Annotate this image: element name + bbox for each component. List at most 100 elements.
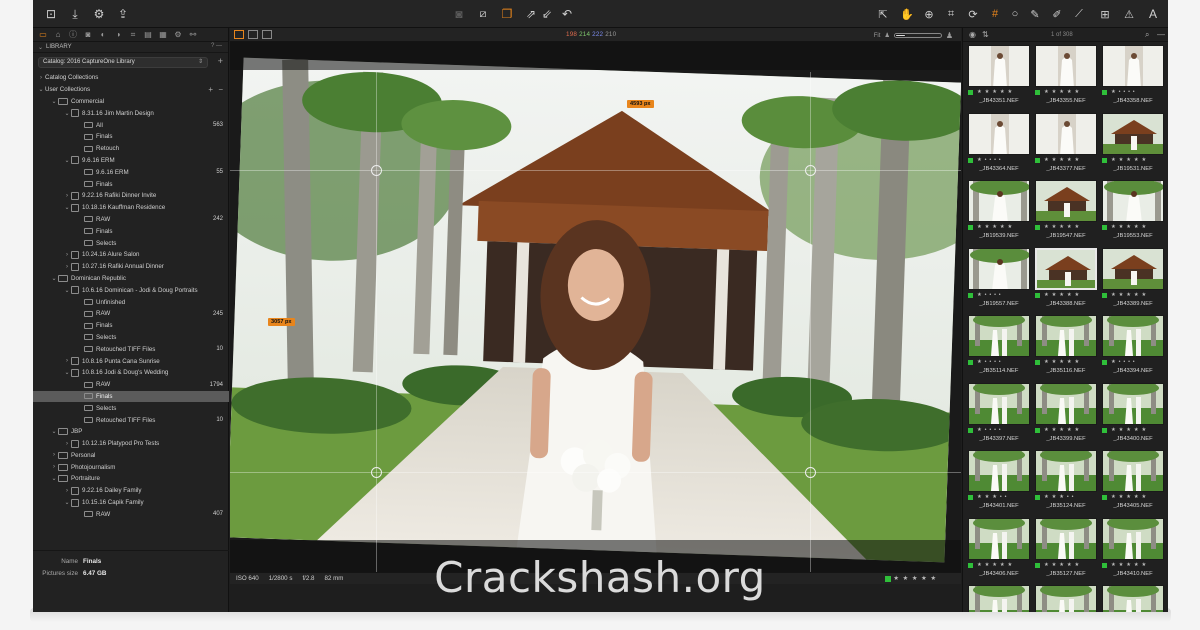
thumbnail-stars[interactable]: ★ • • • • <box>1111 89 1135 95</box>
color-tag-green[interactable] <box>968 157 973 163</box>
thumbnail-cell[interactable]: ★ • • • • _JB43358.NEF <box>1100 43 1166 110</box>
collapse-arrow-icon[interactable]: ⌄ <box>63 204 71 211</box>
zoom-slider[interactable] <box>893 33 942 38</box>
expand-arrow-icon[interactable]: › <box>63 264 71 270</box>
thumbnail-cell[interactable]: ★ ★ ★ ★ ★ _JB43405.NEF <box>1100 448 1166 515</box>
collapse-arrow-icon[interactable]: ⌄ <box>63 499 71 506</box>
camera-tab-icon[interactable]: ◙ <box>83 30 93 40</box>
collapse-arrow-icon[interactable]: ⌄ <box>37 86 45 93</box>
thumbnail-image[interactable] <box>1102 180 1164 222</box>
compare-view-icon[interactable] <box>262 30 272 39</box>
color-tag-green[interactable] <box>968 495 973 500</box>
color-tag-green[interactable] <box>1035 225 1040 230</box>
thumbnail-stars[interactable]: ★ ★ ★ ★ ★ <box>1111 494 1147 500</box>
thumbnail-stars[interactable]: ★ ★ ★ ★ ★ <box>977 89 1013 95</box>
thumbnail-image[interactable] <box>1102 450 1164 492</box>
thumbnail-image[interactable] <box>1102 112 1164 155</box>
color-tag-green[interactable] <box>1035 495 1040 500</box>
expand-arrow-icon[interactable]: › <box>63 488 71 494</box>
color-tag-green[interactable] <box>1035 157 1040 163</box>
color-tag-green[interactable] <box>1102 157 1107 163</box>
expand-arrow-icon[interactable]: › <box>63 193 71 199</box>
keystone-icon[interactable]: # <box>987 6 1003 22</box>
color-tag-green[interactable] <box>1035 427 1040 433</box>
tree-row[interactable]: All 563 <box>33 119 229 131</box>
tree-row[interactable]: Selects <box>33 237 229 249</box>
thumbnail-image[interactable] <box>1102 315 1164 357</box>
fit-label[interactable]: Fit <box>874 33 881 39</box>
tree-row[interactable]: Retouched TIFF Files 10 <box>33 414 229 426</box>
thumbnail-image[interactable] <box>1102 45 1164 87</box>
thumbnail-cell[interactable]: ★ ★ ★ ★ ★ _JB43351.NEF <box>966 43 1032 110</box>
collapse-arrow-icon[interactable]: ⌄ <box>50 98 58 105</box>
add-collection-button[interactable]: + <box>208 85 213 94</box>
thumbnail-stars[interactable]: ★ ★ ★ ★ ★ <box>1044 427 1080 433</box>
thumbnail-cell[interactable]: ★ ★ ★ ★ ★ _JB43355.NEF <box>1033 43 1099 110</box>
image-viewer[interactable]: 4593 px 3057 px <box>230 42 961 572</box>
tree-row[interactable]: ⌄ Portraiture <box>33 473 229 485</box>
single-view-icon[interactable] <box>248 30 258 39</box>
collapse-arrow-icon[interactable]: ⌄ <box>50 475 58 482</box>
thumbnail-stars[interactable]: ★ ★ ★ ★ ★ <box>1044 89 1080 95</box>
thumbnail-stars[interactable]: ★ ★ ★ • • <box>977 494 1007 500</box>
thumbnail-cell[interactable]: ★ ★ ★ • • _JB35124.NEF <box>1033 448 1099 515</box>
thumbnail-image[interactable] <box>968 247 1030 290</box>
color-tag-green[interactable] <box>1035 292 1040 298</box>
thumbnail-cell[interactable]: ★ ★ ★ ★ ★ _JB19531.NEF <box>1100 111 1166 178</box>
search-icon[interactable]: ⌕ <box>1145 30 1149 40</box>
thumbnail-cell[interactable]: ★ ★ ★ ★ ★ _JB43377.NEF <box>1033 111 1099 178</box>
thumbnail-cell[interactable]: ★ ★ ★ ★ ★ _JB43400.NEF <box>1100 381 1166 448</box>
sort-icon[interactable]: ⇅ <box>982 30 989 39</box>
remove-collection-button[interactable]: − <box>218 85 223 94</box>
color-tag-green[interactable] <box>1102 495 1107 500</box>
color-tag-green[interactable] <box>1102 225 1107 230</box>
color-tag-green[interactable] <box>968 90 973 95</box>
color-tag-green[interactable] <box>1102 292 1107 298</box>
tree-row[interactable]: › 10.24.16 Alure Salon <box>33 249 229 261</box>
tree-row[interactable]: 9.6.16 ERM 55 <box>33 166 229 178</box>
thumbnail-cell[interactable]: ★ ★ ★ ★ ★ _JB43389.NEF <box>1100 246 1166 313</box>
tree-row[interactable]: RAW 1794 <box>33 379 229 391</box>
collapse-arrow-icon[interactable]: ⌄ <box>50 275 58 282</box>
zoom-icon[interactable]: ⊕ <box>921 6 937 22</box>
thumbnail-cell[interactable]: ★ • • • • _JB19557.NEF <box>966 246 1032 313</box>
tree-row[interactable]: ⌄ 9.6.16 ERM <box>33 155 229 167</box>
brush-icon[interactable]: ✎ <box>1027 6 1043 22</box>
collapse-arrow-icon[interactable]: ⌄ <box>63 157 71 164</box>
grid-icon[interactable]: ⊞ <box>1097 6 1113 22</box>
thumbnail-image[interactable] <box>1035 112 1097 155</box>
thumbnail-stars[interactable]: ★ • • • • <box>1111 359 1135 365</box>
thumbnail-image[interactable] <box>1102 247 1164 290</box>
thumbnail-image[interactable] <box>1035 315 1097 357</box>
details-tab-icon[interactable]: ▤ <box>143 30 153 40</box>
thumbnail-cell[interactable]: ★ ★ ★ ★ ★ _JB19547.NEF <box>1033 178 1099 245</box>
tree-row[interactable]: › 10.27.16 Rafiki Annual Dinner <box>33 261 229 273</box>
tree-row[interactable]: ⌄ User Collections + − <box>33 84 229 96</box>
tree-row[interactable]: ⌄ JBP <box>33 426 229 438</box>
thumbnail-stars[interactable]: ★ • • • • <box>977 157 1001 163</box>
thumbnail-cell[interactable]: ★ ★ ★ ★ ★ _JB43388.NEF <box>1033 246 1099 313</box>
export-icon[interactable]: ⤓ <box>67 6 83 22</box>
tree-row[interactable]: Unfinished <box>33 296 229 308</box>
tree-row[interactable]: ⌄ 10.6.16 Dominican - Jodi & Doug Portrai… <box>33 284 229 296</box>
thumbnail-stars[interactable]: ★ ★ ★ ★ ★ <box>1111 157 1147 163</box>
cursor-icon[interactable]: ⇱ <box>875 6 891 22</box>
thumbnail-image[interactable] <box>1035 382 1097 425</box>
crop-handle-top-left[interactable] <box>371 165 382 176</box>
expand-arrow-icon[interactable]: › <box>63 358 71 364</box>
metadata-tab-icon[interactable]: ▦ <box>158 30 168 40</box>
thumbnail-image[interactable] <box>1035 180 1097 222</box>
expand-arrow-icon[interactable]: › <box>63 441 71 447</box>
tree-row[interactable]: › 9.22.16 Dailey Family <box>33 485 229 497</box>
thumbnail-image[interactable] <box>1035 45 1097 87</box>
arrow-down-left-icon[interactable]: ⇙ <box>539 6 555 22</box>
upload-icon[interactable]: ⇪ <box>115 6 131 22</box>
tree-row[interactable]: Finals <box>33 178 229 190</box>
tree-row[interactable]: Retouch <box>33 143 229 155</box>
crop-icon[interactable]: ⌗ <box>943 6 959 22</box>
color-tab-icon[interactable]: ◑ <box>113 30 123 40</box>
color-tag-green[interactable] <box>1102 90 1107 95</box>
tree-row[interactable]: › 10.8.16 Punta Cana Sunrise <box>33 355 229 367</box>
thumbnail-cell[interactable]: ★ • • • • _JB43397.NEF <box>966 381 1032 448</box>
color-tag-green[interactable] <box>968 225 973 230</box>
